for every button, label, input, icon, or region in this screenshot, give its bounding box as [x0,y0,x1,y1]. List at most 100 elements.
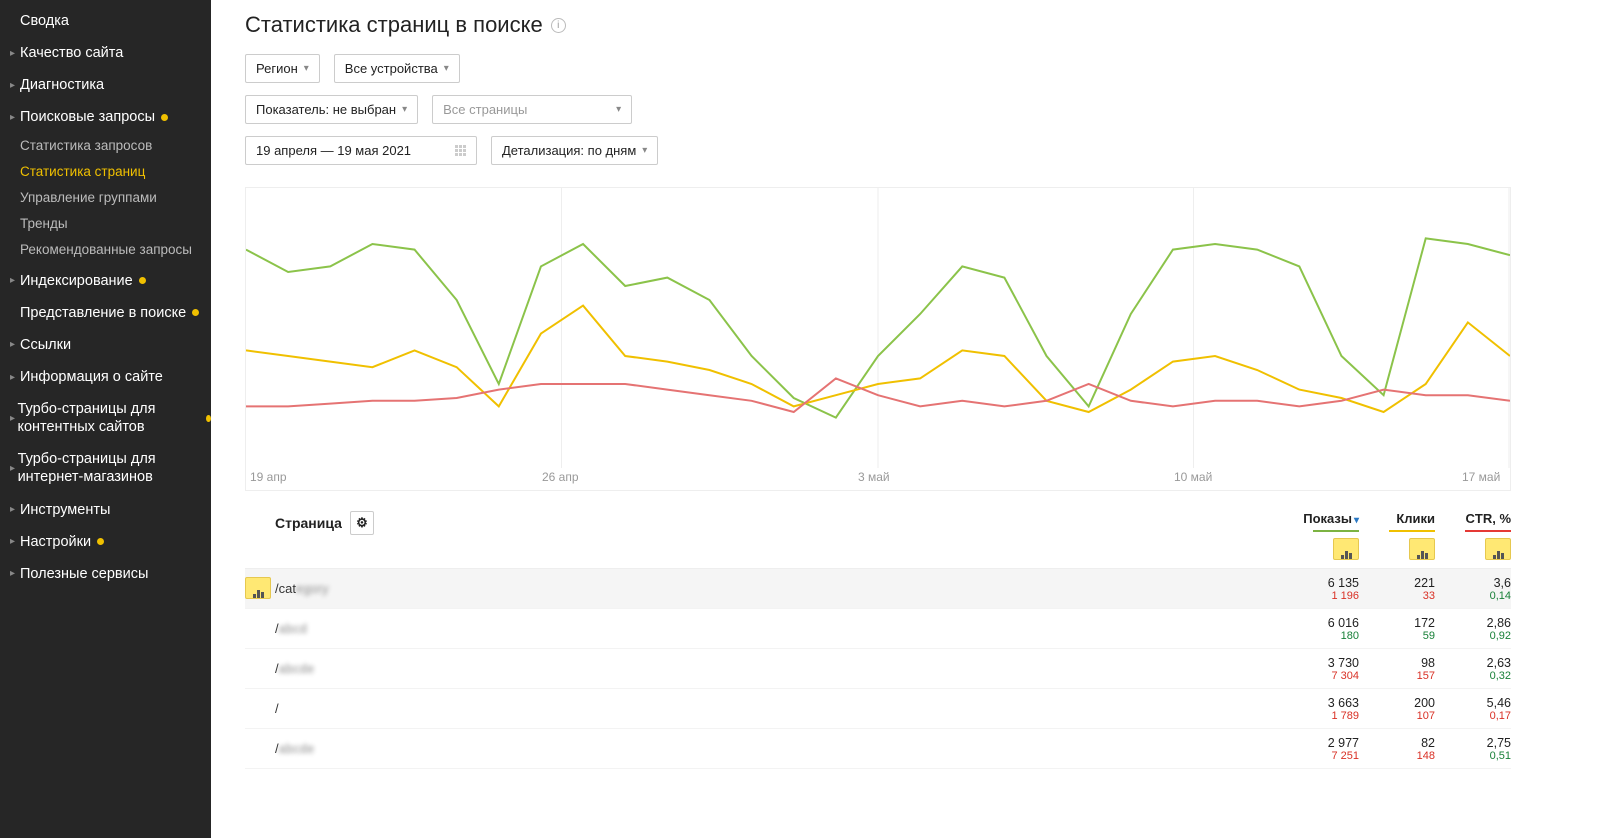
page-cell: /abcde [275,741,1283,756]
devices-filter[interactable]: Все устройства ▾ [334,54,460,83]
page-header-label: Страница [275,515,342,531]
data-table: Страница ⚙ Показы▾КликиCTR, % /category6… [245,511,1511,769]
pages-filter[interactable]: Все страницы ▾ [432,95,632,124]
metric-header-label: CTR, % [1435,511,1511,526]
metric-delta: 0,32 [1435,670,1511,682]
metric-header-red[interactable]: CTR, % [1435,511,1511,560]
caret-right-icon: ▸ [10,112,18,123]
x-tick: 26 апр [542,470,579,484]
chart-toggle-icon[interactable] [1485,538,1511,560]
metric-delta: 7 304 [1283,670,1359,682]
table-row[interactable]: /abcd6 016180172592,860,92 [245,609,1511,649]
table-body: /category6 1351 196221333,60,14/abcd6 01… [245,569,1511,769]
metric-value: 3 730 [1283,656,1359,670]
nav-item-1[interactable]: ▸Качество сайта [0,38,211,68]
nav-item-8[interactable]: ▸Турбо-страницы для контентных сайтов [0,394,211,442]
metric-cell: 98157 [1359,656,1435,682]
metric-delta: 0,14 [1435,590,1511,602]
calendar-icon [455,145,466,156]
nav-item-0[interactable]: Сводка [0,6,211,36]
devices-label: Все устройства [345,61,438,76]
metric-value: 6 135 [1283,576,1359,590]
metric-cell: 6 016180 [1283,616,1359,642]
filter-row-1: Регион ▾ Все устройства ▾ [245,54,1600,83]
metric-delta: 157 [1359,670,1435,682]
chart-grid [562,188,1510,468]
nav-item-7[interactable]: ▸Информация о сайте [0,362,211,392]
nav-sub-3-4[interactable]: Рекомендованные запросы [0,237,211,263]
metric-header-green[interactable]: Показы▾ [1283,511,1359,560]
caret-right-icon: ▸ [10,275,18,286]
page-cell: /abcde [275,661,1283,676]
chevron-down-icon: ▾ [616,104,621,115]
metric-cell: 3 7307 304 [1283,656,1359,682]
nav-item-2[interactable]: ▸Диагностика [0,70,211,100]
page-title-row: Статистика страниц в поиске i [245,12,1600,38]
nav-item-6[interactable]: ▸Ссылки [0,330,211,360]
region-filter[interactable]: Регион ▾ [245,54,320,83]
region-label: Регион [256,61,298,76]
metric-delta: 107 [1359,710,1435,722]
nav-item-11[interactable]: ▸Настройки [0,527,211,557]
metric-cell: 17259 [1359,616,1435,642]
metric-color-swatch [1313,530,1359,532]
metric-cell: 3,60,14 [1435,576,1511,602]
page-title: Статистика страниц в поиске [245,12,543,38]
detail-filter[interactable]: Детализация: по дням ▾ [491,136,658,165]
metric-value: 82 [1359,736,1435,750]
metric-delta: 59 [1359,630,1435,642]
nav-sub-3-1[interactable]: Статистика страниц [0,159,211,185]
page-column-header[interactable]: Страница ⚙ [275,511,374,535]
chart-toggle-icon[interactable] [1333,538,1359,560]
x-tick: 3 май [858,470,890,484]
metric-delta: 0,51 [1435,750,1511,762]
metric-header-label: Клики [1359,511,1435,526]
nav-label: Информация о сайте [20,368,163,386]
filter-row-2: Показатель: не выбран ▾ Все страницы ▾ [245,95,1600,124]
notification-dot-icon [192,309,199,316]
table-row[interactable]: /abcde3 7307 304981572,630,32 [245,649,1511,689]
metric-value: 200 [1359,696,1435,710]
metric-cell: 2,750,51 [1435,736,1511,762]
nav-sub-3-3[interactable]: Тренды [0,211,211,237]
nav-item-9[interactable]: ▸Турбо-страницы для интернет-магазинов [0,444,211,492]
table-header: Страница ⚙ Показы▾КликиCTR, % [245,511,1511,569]
table-row[interactable]: /abcde2 9777 251821482,750,51 [245,729,1511,769]
nav-item-4[interactable]: ▸Индексирование [0,266,211,296]
date-range-picker[interactable]: 19 апреля — 19 мая 2021 [245,136,477,165]
nav-sub-3-2[interactable]: Управление группами [0,185,211,211]
nav-sub-3-0[interactable]: Статистика запросов [0,133,211,159]
nav-item-5[interactable]: Представление в поиске [0,298,211,328]
pages-placeholder: Все страницы [443,102,527,117]
metric-color-swatch [1465,530,1511,532]
caret-right-icon: ▸ [10,536,18,547]
metric-header-yellow[interactable]: Клики [1359,511,1435,560]
nav-item-12[interactable]: ▸Полезные сервисы [0,559,211,589]
chevron-down-icon: ▾ [402,104,407,115]
nav-item-3[interactable]: ▸Поисковые запросы [0,102,211,132]
metric-header-label: Показы▾ [1283,511,1359,526]
table-row[interactable]: /category6 1351 196221333,60,14 [245,569,1511,609]
table-row[interactable]: /3 6631 7892001075,460,17 [245,689,1511,729]
metric-cell: 22133 [1359,576,1435,602]
nav-label: Ссылки [20,336,71,354]
caret-right-icon: ▸ [10,339,18,350]
metric-value: 2 977 [1283,736,1359,750]
gear-icon[interactable]: ⚙ [350,511,374,535]
filter-row-3: 19 апреля — 19 мая 2021 Детализация: по … [245,136,1600,165]
info-icon[interactable]: i [551,18,566,33]
nav-label: Настройки [20,533,91,551]
metric-cell: 5,460,17 [1435,696,1511,722]
line-chart [246,188,1510,468]
nav-item-10[interactable]: ▸Инструменты [0,495,211,525]
caret-right-icon: ▸ [10,463,16,474]
caret-right-icon: ▸ [10,504,18,515]
sidebar: Сводка▸Качество сайта▸Диагностика▸Поиско… [0,0,211,838]
chart-toggle-icon[interactable] [1409,538,1435,560]
metric-filter[interactable]: Показатель: не выбран ▾ [245,95,418,124]
nav-sub-label: Статистика запросов [20,137,152,155]
x-axis-ticks: 19 апр26 апр3 май10 май17 май [246,468,1510,490]
chart-toggle-icon[interactable] [245,577,271,599]
nav-label: Турбо-страницы для интернет-магазинов [18,450,211,486]
x-tick: 19 апр [250,470,287,484]
